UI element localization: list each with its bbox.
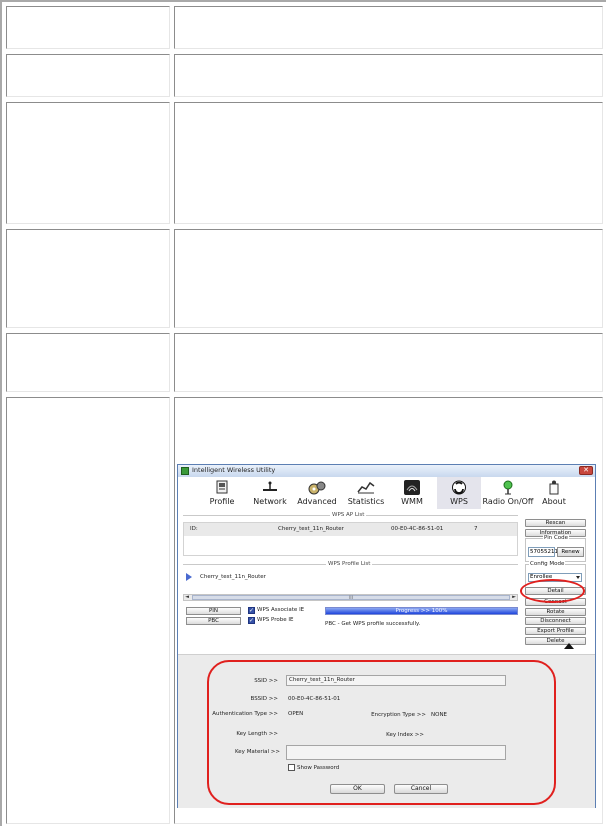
toolbar-wmm-label: WMM — [401, 497, 423, 506]
toolbar-wmm[interactable]: WMM — [396, 477, 428, 509]
probe-ie-checkbox[interactable]: ✓ — [248, 617, 255, 624]
statistics-icon — [357, 481, 375, 494]
toolbar-radio-label: Radio On/Off — [482, 497, 534, 506]
toolbar-radio[interactable]: Radio On/Off — [482, 477, 534, 509]
toolbar-statistics-label: Statistics — [347, 497, 385, 506]
wps-icon — [452, 480, 466, 495]
wps-ap-list[interactable]: ID: Cherry_test_11n_Router 00-E0-4C-86-5… — [183, 522, 518, 556]
table-cell-left-3 — [6, 102, 170, 224]
associate-ie-label: WPS Associate IE — [257, 607, 305, 613]
disconnect-button[interactable]: Disconnect — [525, 617, 586, 625]
scroll-left-icon[interactable]: ◄ — [184, 595, 190, 600]
scroll-thumb[interactable]: III — [192, 595, 510, 600]
wmm-icon — [404, 480, 420, 495]
pin-code-field[interactable]: 57055211 — [528, 547, 558, 557]
radio-icon — [503, 480, 513, 495]
profile-icon — [216, 480, 228, 494]
toolbar-about[interactable]: About — [539, 477, 569, 509]
table-cell-left-5 — [6, 333, 170, 392]
list-item[interactable]: Cherry_test_11n_Router — [200, 574, 266, 580]
pin-code-label: Pin Code — [543, 535, 570, 541]
chevron-down-icon — [576, 576, 580, 579]
table-cell-right-5 — [174, 333, 603, 392]
toolbar-network[interactable]: Network — [250, 477, 290, 509]
table-cell-left-2 — [6, 54, 170, 97]
status-text: PBC - Get WPS profile successfully. — [323, 618, 519, 630]
detail-highlight-ellipse — [520, 579, 585, 603]
ap-ssid: Cherry_test_11n_Router — [278, 526, 344, 532]
toolbar-wps-label: WPS — [450, 497, 468, 506]
toolbar-advanced-label: Advanced — [297, 497, 337, 506]
about-icon — [549, 480, 559, 495]
toolbar-network-label: Network — [253, 497, 287, 506]
ap-mac: 00-E0-4C-86-51-01 — [391, 526, 444, 532]
table-cell-right-3 — [174, 102, 603, 224]
profile-list-label: WPS Profile List — [326, 561, 373, 567]
rescan-button[interactable]: Rescan — [525, 519, 586, 527]
toolbar-advanced[interactable]: Advanced — [296, 477, 338, 509]
table-cell-left-4 — [6, 229, 170, 328]
ap-list-label: WPS AP List — [330, 512, 367, 518]
associate-ie-checkbox[interactable]: ✓ — [248, 607, 255, 614]
advanced-icon — [308, 481, 326, 495]
selected-arrow-icon — [186, 573, 192, 581]
export-profile-button[interactable]: Export Profile — [525, 627, 586, 635]
config-mode-label: Config Mode — [529, 561, 566, 567]
progress-bar: Progress >> 100% — [325, 607, 518, 615]
pin-button[interactable]: PIN — [186, 607, 241, 615]
ap-id-label: ID: — [190, 526, 198, 532]
table-cell-right-1 — [174, 6, 603, 49]
detail-panel-highlight — [207, 660, 556, 805]
toolbar-profile-label: Profile — [209, 497, 235, 506]
horizontal-scrollbar[interactable]: ◄ III ► — [183, 594, 518, 601]
toolbar-profile[interactable]: Profile — [205, 477, 239, 509]
pbc-button[interactable]: PBC — [186, 617, 241, 625]
table-cell-left-1 — [6, 6, 170, 49]
ap-channel: 7 — [474, 526, 478, 532]
wps-profile-list[interactable]: Cherry_test_11n_Router — [183, 569, 518, 585]
toolbar-statistics[interactable]: Statistics — [346, 477, 386, 509]
scroll-right-icon[interactable]: ► — [511, 595, 517, 600]
table-cell-right-4 — [174, 229, 603, 328]
rotate-button[interactable]: Rotate — [525, 608, 586, 616]
toolbar: Profile Network Advanced Statistics WMM … — [178, 477, 595, 509]
app-logo-icon — [181, 467, 189, 475]
close-button[interactable]: ✕ — [579, 466, 593, 475]
table-row[interactable]: ID: Cherry_test_11n_Router 00-E0-4C-86-5… — [184, 523, 517, 536]
table-cell-left-6 — [6, 397, 170, 824]
collapse-arrow-icon[interactable] — [564, 643, 574, 649]
window-title: Intelligent Wireless Utility — [192, 466, 276, 474]
renew-button[interactable]: Renew — [557, 547, 584, 557]
toolbar-about-label: About — [542, 497, 566, 506]
delete-button[interactable]: Delete — [525, 637, 586, 645]
table-cell-right-2 — [174, 54, 603, 97]
toolbar-wps[interactable]: WPS — [437, 477, 481, 509]
probe-ie-label: WPS Probe IE — [257, 617, 294, 623]
pin-code-group: Pin Code 57055211 Renew — [525, 535, 586, 562]
network-icon — [263, 481, 277, 491]
